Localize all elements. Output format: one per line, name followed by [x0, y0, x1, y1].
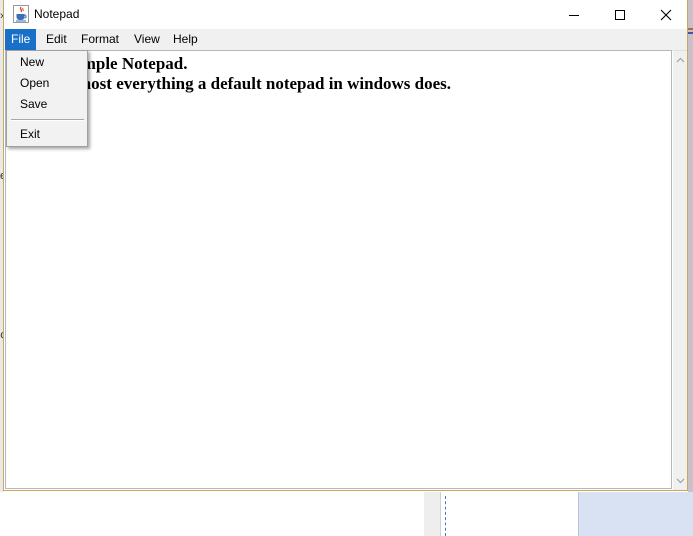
menu-item-new[interactable]: New: [7, 52, 87, 73]
java-coffee-cup-icon: [13, 5, 29, 23]
background-panel: [424, 492, 440, 536]
menu-view[interactable]: View: [128, 29, 166, 50]
menu-item-exit[interactable]: Exit: [7, 124, 87, 145]
background-dashed-line: [445, 496, 446, 536]
background-panel: [440, 492, 579, 536]
file-menu-dropdown: New Open Save Exit: [6, 50, 88, 147]
menu-help[interactable]: Help: [167, 29, 204, 50]
menu-item-open[interactable]: Open: [7, 73, 87, 94]
menu-bar: File Edit Format View Help: [4, 29, 687, 51]
vertical-scrollbar[interactable]: [673, 50, 687, 490]
scroll-up-button[interactable]: [673, 53, 687, 67]
menu-item-save[interactable]: Save: [7, 94, 87, 115]
maximize-button[interactable]: [597, 0, 643, 29]
menu-separator: [11, 119, 84, 121]
notepad-window: Notepad File Edit Format View Help imple…: [3, 0, 688, 491]
text-editor-area[interactable]: imple Notepad. most everything a default…: [5, 50, 672, 489]
title-bar[interactable]: Notepad: [4, 0, 687, 29]
close-icon: [660, 9, 672, 20]
maximize-icon: [615, 9, 625, 20]
chevron-up-icon: [676, 57, 684, 63]
background-window-edge: [688, 0, 693, 492]
menu-format[interactable]: Format: [75, 29, 125, 50]
minimize-icon: [569, 14, 579, 16]
close-button[interactable]: [643, 0, 689, 29]
background-panel: [578, 492, 693, 536]
chevron-down-icon: [676, 478, 684, 484]
scroll-down-button[interactable]: [673, 474, 687, 488]
menu-edit[interactable]: Edit: [40, 29, 73, 50]
window-title: Notepad: [34, 7, 80, 21]
minimize-button[interactable]: [551, 0, 597, 29]
menu-file[interactable]: File: [5, 29, 37, 50]
